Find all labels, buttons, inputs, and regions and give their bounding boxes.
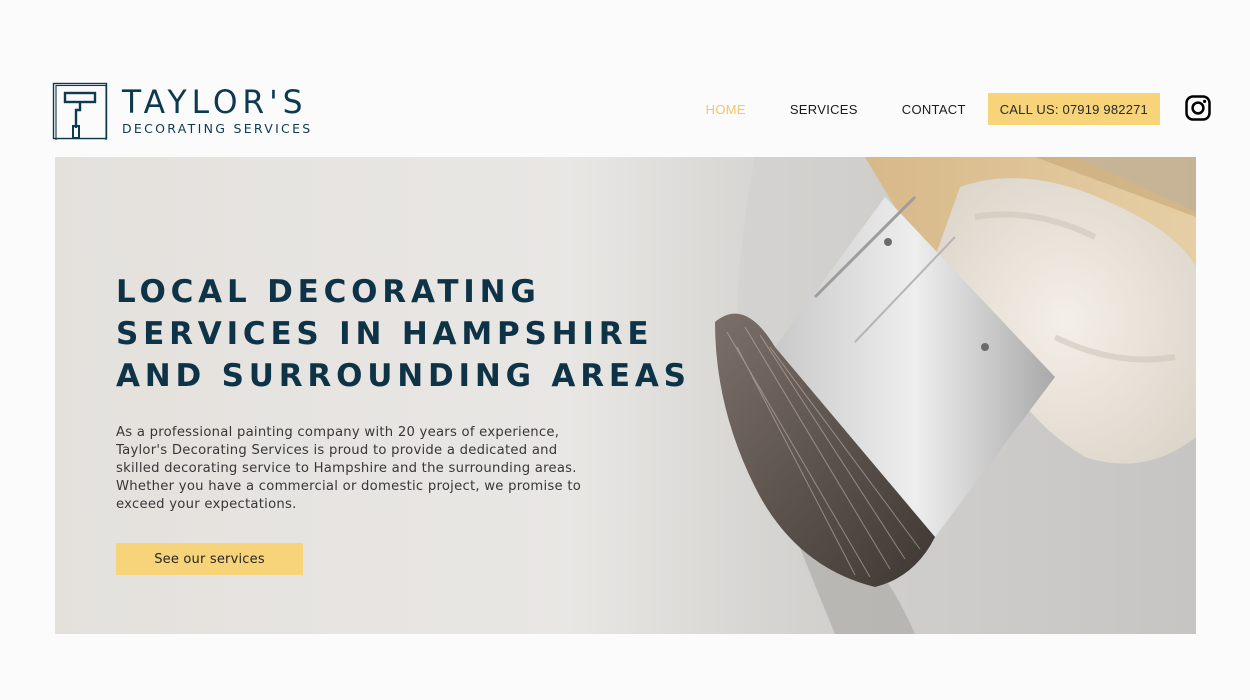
hero-content: LOCAL DECORATING SERVICES IN HAMPSHIRE A… bbox=[116, 271, 716, 514]
instagram-icon[interactable] bbox=[1184, 94, 1212, 122]
page: TAYLOR'S DECORATING SERVICES HOME SERVIC… bbox=[0, 0, 1250, 700]
hero-heading: LOCAL DECORATING SERVICES IN HAMPSHIRE A… bbox=[116, 271, 716, 397]
nav-contact-link[interactable]: CONTACT bbox=[902, 102, 966, 117]
hero-heading-line-2: SERVICES IN HAMPSHIRE bbox=[116, 316, 654, 352]
logo-title: TAYLOR'S bbox=[122, 83, 308, 122]
hero-section: LOCAL DECORATING SERVICES IN HAMPSHIRE A… bbox=[55, 157, 1196, 634]
hero-heading-line-3: AND SURROUNDING AREAS bbox=[116, 358, 691, 394]
main-nav: HOME SERVICES CONTACT CALL US: 07919 982… bbox=[706, 93, 1160, 125]
paint-roller-logo-icon bbox=[52, 82, 108, 140]
see-our-services-button[interactable]: See our services bbox=[116, 543, 303, 575]
hero-description: As a professional painting company with … bbox=[116, 425, 582, 512]
nav-home-link[interactable]: HOME bbox=[706, 102, 746, 117]
call-us-button[interactable]: CALL US: 07919 982271 bbox=[987, 93, 1160, 125]
site-header: TAYLOR'S DECORATING SERVICES HOME SERVIC… bbox=[52, 80, 1212, 142]
hero-heading-line-1: LOCAL DECORATING bbox=[116, 274, 541, 310]
site-logo[interactable]: TAYLOR'S DECORATING SERVICES bbox=[52, 82, 313, 140]
nav-services-link[interactable]: SERVICES bbox=[790, 102, 858, 117]
logo-subtitle: DECORATING SERVICES bbox=[122, 121, 313, 137]
